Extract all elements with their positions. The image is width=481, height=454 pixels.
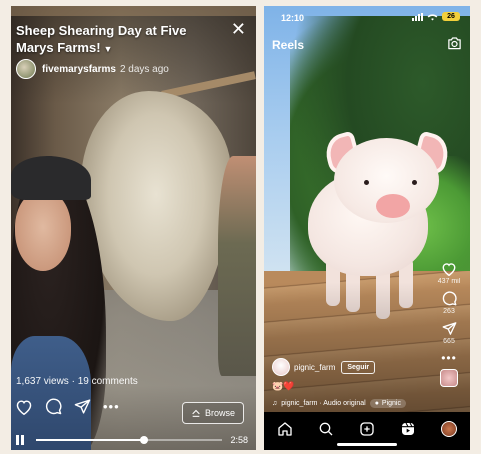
- pig-eye: [412, 180, 417, 185]
- igtv-video-panel: Sheep Shearing Day at Five Marys Farms! ▼…: [11, 6, 256, 450]
- avatar[interactable]: [16, 59, 36, 79]
- heart-icon[interactable]: [441, 262, 457, 276]
- music-note-icon: ♫: [272, 400, 278, 407]
- profile-avatar: [441, 421, 458, 437]
- woman-shirt: [11, 336, 91, 450]
- more-icon[interactable]: •••: [441, 352, 457, 364]
- likes-count: 437 mil: [437, 278, 461, 285]
- reel-actions: 437 mil 263 665 •••: [434, 262, 464, 387]
- video-author[interactable]: fivemarysfarms 2 days ago: [16, 59, 169, 79]
- bottom-tab-bar: [264, 412, 470, 450]
- browse-button[interactable]: Browse: [181, 402, 244, 424]
- woman-cap: [11, 156, 91, 200]
- comment-icon[interactable]: [45, 398, 62, 415]
- views-count: 1,637 views: [16, 376, 69, 387]
- tab-home[interactable]: [274, 420, 296, 438]
- author-handle[interactable]: fivemarysfarms: [42, 64, 116, 75]
- video-stats: 1,637 views · 19 comments: [16, 376, 138, 387]
- avatar[interactable]: [272, 358, 290, 376]
- audio-tag-label: Pignic: [381, 400, 401, 407]
- heart-icon[interactable]: [15, 399, 33, 415]
- reel-caption[interactable]: 🐷❤️: [272, 381, 294, 392]
- author-handle[interactable]: pignic_farm: [294, 363, 335, 372]
- reel-author[interactable]: pignic_farm Seguir: [272, 358, 376, 376]
- status-bar: 12:10 26: [264, 6, 470, 28]
- seek-bar[interactable]: [36, 436, 223, 444]
- bystander: [218, 156, 256, 376]
- share-action[interactable]: 665: [442, 321, 457, 345]
- comment-action[interactable]: 263: [442, 291, 457, 315]
- comment-icon[interactable]: [442, 291, 457, 306]
- status-icons: 26: [412, 12, 460, 21]
- seek-handle[interactable]: [140, 436, 149, 444]
- video-duration: 2:58: [230, 435, 248, 445]
- reels-icon: [402, 422, 415, 435]
- share-icon[interactable]: [442, 321, 457, 336]
- close-icon[interactable]: ✕: [231, 20, 246, 38]
- tab-profile[interactable]: [438, 420, 460, 438]
- like-action[interactable]: 437 mil: [437, 262, 461, 285]
- video-title[interactable]: Sheep Shearing Day at Five Marys Farms! ▼: [16, 22, 216, 58]
- browse-label: Browse: [204, 408, 235, 418]
- shares-count: 665: [443, 338, 455, 345]
- camera-icon[interactable]: [447, 36, 462, 55]
- barn-beam: [11, 6, 256, 16]
- video-title-text: Sheep Shearing Day at Five Marys Farms!: [16, 23, 187, 55]
- pig-snout: [376, 194, 410, 218]
- audio-info[interactable]: ♫ pignic_farm · Audio original ● Pignic: [272, 399, 406, 408]
- home-icon: [277, 422, 292, 436]
- browse-icon: [192, 409, 200, 417]
- video-actions: •••: [15, 398, 120, 415]
- create-icon: [360, 422, 374, 436]
- audio-label[interactable]: pignic_farm · Audio original: [281, 400, 365, 407]
- seek-progress: [36, 439, 145, 441]
- follow-button[interactable]: Seguir: [341, 360, 376, 374]
- comments-count: 263: [443, 308, 455, 315]
- signal-icon: [412, 12, 423, 21]
- pause-icon[interactable]: [16, 435, 26, 445]
- more-icon[interactable]: •••: [103, 400, 120, 413]
- tab-search[interactable]: [315, 420, 337, 438]
- status-time: 12:10: [281, 13, 305, 23]
- pig-eye: [364, 180, 369, 185]
- reels-panel: 12:10 26 Reels 437 mil 263 665 ••• pigni…: [264, 6, 470, 450]
- woman-face: [15, 191, 71, 271]
- chevron-down-icon: ▼: [103, 44, 113, 54]
- home-indicator: [337, 443, 397, 446]
- tab-create[interactable]: [356, 420, 378, 438]
- battery-icon: 26: [442, 12, 460, 21]
- pin-icon: ●: [374, 400, 379, 407]
- post-time: 2 days ago: [119, 63, 169, 75]
- audio-tag[interactable]: ● Pignic: [369, 399, 406, 408]
- share-icon[interactable]: [74, 398, 91, 415]
- comments-count[interactable]: 19 comments: [78, 376, 138, 387]
- video-player-controls: 2:58: [16, 434, 248, 446]
- audio-thumbnail[interactable]: [440, 369, 458, 387]
- search-icon: [319, 422, 333, 436]
- tab-reels[interactable]: [397, 420, 419, 438]
- wifi-icon: [427, 13, 438, 21]
- page-title: Reels: [272, 38, 305, 52]
